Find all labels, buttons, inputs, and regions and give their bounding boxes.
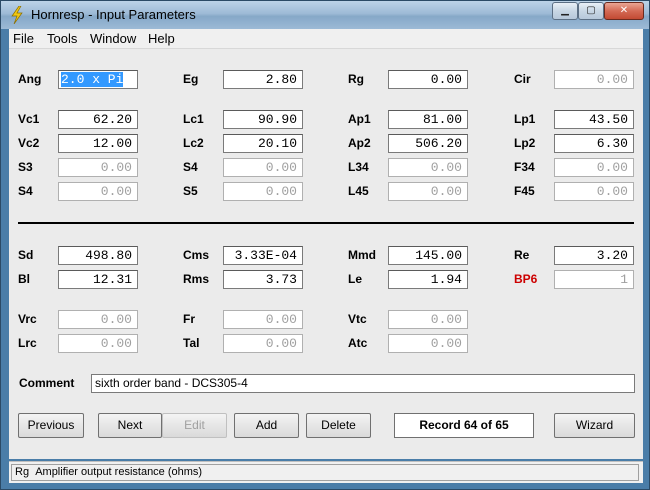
cms-field[interactable]: 3.33E-04 <box>223 246 303 265</box>
close-button[interactable]: ✕ <box>604 2 644 20</box>
edit-button[interactable]: Edit <box>162 413 227 438</box>
record-indicator: Record 64 of 65 <box>394 413 534 438</box>
s4-field[interactable]: 0.00 <box>223 158 303 177</box>
comment-label: Comment <box>19 376 75 390</box>
menu-file[interactable]: File <box>13 31 34 46</box>
mmd-field[interactable]: 145.00 <box>388 246 468 265</box>
lc1-field[interactable]: 90.90 <box>223 110 303 129</box>
vc1-label: Vc1 <box>18 112 40 126</box>
l34-label: L34 <box>348 160 369 174</box>
f34-field[interactable]: 0.00 <box>554 158 634 177</box>
lp1-field[interactable]: 43.50 <box>554 110 634 129</box>
rg-label: Rg <box>348 72 364 86</box>
menu-help[interactable]: Help <box>148 31 175 46</box>
l45-field[interactable]: 0.00 <box>388 182 468 201</box>
maximize-button[interactable]: ▢ <box>578 2 604 20</box>
menu-bar: File Tools Window Help <box>9 29 643 49</box>
f34-label: F34 <box>514 160 535 174</box>
vtc-label: Vtc <box>348 312 367 326</box>
fr-label: Fr <box>183 312 195 326</box>
title-bar[interactable]: Hornresp - Input Parameters ▁ ▢ ✕ <box>1 1 649 29</box>
f45-field[interactable]: 0.00 <box>554 182 634 201</box>
s4-second-label: S4 <box>18 184 33 198</box>
lrc-field[interactable]: 0.00 <box>58 334 138 353</box>
bp6-field[interactable]: 1 <box>554 270 634 289</box>
vrc-field[interactable]: 0.00 <box>58 310 138 329</box>
sd-label: Sd <box>18 248 34 262</box>
ang-label: Ang <box>18 72 42 86</box>
lp2-label: Lp2 <box>514 136 536 150</box>
fr-field[interactable]: 0.00 <box>223 310 303 329</box>
add-button[interactable]: Add <box>234 413 299 438</box>
lp1-label: Lp1 <box>514 112 536 126</box>
re-field[interactable]: 3.20 <box>554 246 634 265</box>
status-param: Rg <box>15 466 30 478</box>
vc2-label: Vc2 <box>18 136 40 150</box>
atc-field[interactable]: 0.00 <box>388 334 468 353</box>
status-bar: Rg Amplifier output resistance (ohms) <box>9 461 643 483</box>
vc1-field[interactable]: 62.20 <box>58 110 138 129</box>
le-field[interactable]: 1.94 <box>388 270 468 289</box>
lp2-field[interactable]: 6.30 <box>554 134 634 153</box>
s5-field[interactable]: 0.00 <box>223 182 303 201</box>
cir-field[interactable]: 0.00 <box>554 70 634 89</box>
wizard-button[interactable]: Wizard <box>554 413 635 438</box>
input-parameters-panel: Ang 2.0 x Pi Eg 2.80 Rg 0.00 Cir 0.00 Vc… <box>9 49 643 459</box>
ap1-label: Ap1 <box>348 112 371 126</box>
re-label: Re <box>514 248 530 262</box>
ang-value: 2.0 x Pi <box>61 72 124 87</box>
previous-button[interactable]: Previous <box>18 413 84 438</box>
s3-label: S3 <box>18 160 33 174</box>
vc2-field[interactable]: 12.00 <box>58 134 138 153</box>
vrc-label: Vrc <box>18 312 37 326</box>
section-divider <box>18 222 634 224</box>
s3-field[interactable]: 0.00 <box>58 158 138 177</box>
cms-label: Cms <box>183 248 210 262</box>
l45-label: L45 <box>348 184 369 198</box>
l34-field[interactable]: 0.00 <box>388 158 468 177</box>
lc2-label: Lc2 <box>183 136 204 150</box>
cir-label: Cir <box>514 72 531 86</box>
ap1-field[interactable]: 81.00 <box>388 110 468 129</box>
bl-field[interactable]: 12.31 <box>58 270 138 289</box>
lc2-field[interactable]: 20.10 <box>223 134 303 153</box>
sd-field[interactable]: 498.80 <box>58 246 138 265</box>
lc1-label: Lc1 <box>183 112 204 126</box>
rg-field[interactable]: 0.00 <box>388 70 468 89</box>
minimize-button[interactable]: ▁ <box>552 2 578 20</box>
ap2-label: Ap2 <box>348 136 371 150</box>
s4-label: S4 <box>183 160 198 174</box>
menu-tools[interactable]: Tools <box>47 31 77 46</box>
bl-label: Bl <box>18 272 30 286</box>
atc-label: Atc <box>348 336 368 350</box>
tal-field[interactable]: 0.00 <box>223 334 303 353</box>
eg-label: Eg <box>183 72 199 86</box>
next-button[interactable]: Next <box>98 413 162 438</box>
eg-field[interactable]: 2.80 <box>223 70 303 89</box>
lrc-label: Lrc <box>18 336 37 350</box>
rms-field[interactable]: 3.73 <box>223 270 303 289</box>
rms-label: Rms <box>183 272 210 286</box>
mmd-label: Mmd <box>348 248 376 262</box>
comment-field[interactable]: sixth order band - DCS305-4 <box>91 374 635 393</box>
window-title: Hornresp - Input Parameters <box>31 7 196 22</box>
s5-label: S5 <box>183 184 198 198</box>
ang-field[interactable]: 2.0 x Pi <box>58 70 138 89</box>
s4-second-field[interactable]: 0.00 <box>58 182 138 201</box>
ap2-field[interactable]: 506.20 <box>388 134 468 153</box>
f45-label: F45 <box>514 184 535 198</box>
bp6-label[interactable]: BP6 <box>514 272 537 286</box>
status-text: Amplifier output resistance (ohms) <box>35 466 203 478</box>
vtc-field[interactable]: 0.00 <box>388 310 468 329</box>
le-label: Le <box>348 272 363 286</box>
menu-window[interactable]: Window <box>90 31 136 46</box>
tal-label: Tal <box>183 336 200 350</box>
status-panel: Rg Amplifier output resistance (ohms) <box>11 464 639 481</box>
lightning-icon <box>11 6 23 24</box>
delete-button[interactable]: Delete <box>306 413 371 438</box>
app-window: Hornresp - Input Parameters ▁ ▢ ✕ File T… <box>0 0 650 490</box>
